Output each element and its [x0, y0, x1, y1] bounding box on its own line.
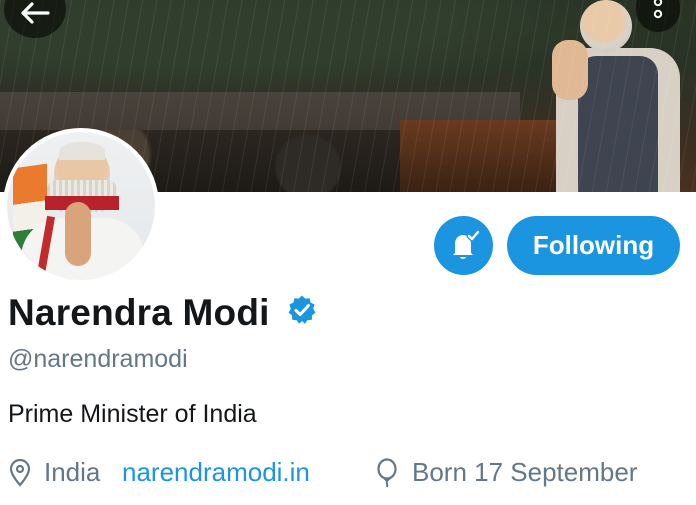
balloon-icon [377, 458, 397, 488]
bell-check-icon [452, 229, 480, 259]
profile-website-link[interactable]: narendramodi.in [122, 457, 310, 488]
arrow-left-icon [21, 2, 50, 24]
profile-bio: Prime Minister of India [8, 400, 257, 428]
profile-name: Narendra Modi [8, 292, 270, 333]
profile-location: India [44, 457, 101, 487]
profile-birthday: Born 17 September [412, 457, 638, 487]
more-vertical-icon [653, 0, 663, 19]
profile-meta-row: India narendramodi.in Born 17 September [8, 455, 688, 491]
notifications-button[interactable] [434, 216, 493, 275]
profile-avatar[interactable] [3, 128, 159, 284]
following-button[interactable]: Following [507, 216, 680, 275]
verified-badge-icon [288, 295, 316, 324]
profile-handle: @narendramodi [8, 345, 188, 373]
map-pin-icon [9, 459, 31, 487]
